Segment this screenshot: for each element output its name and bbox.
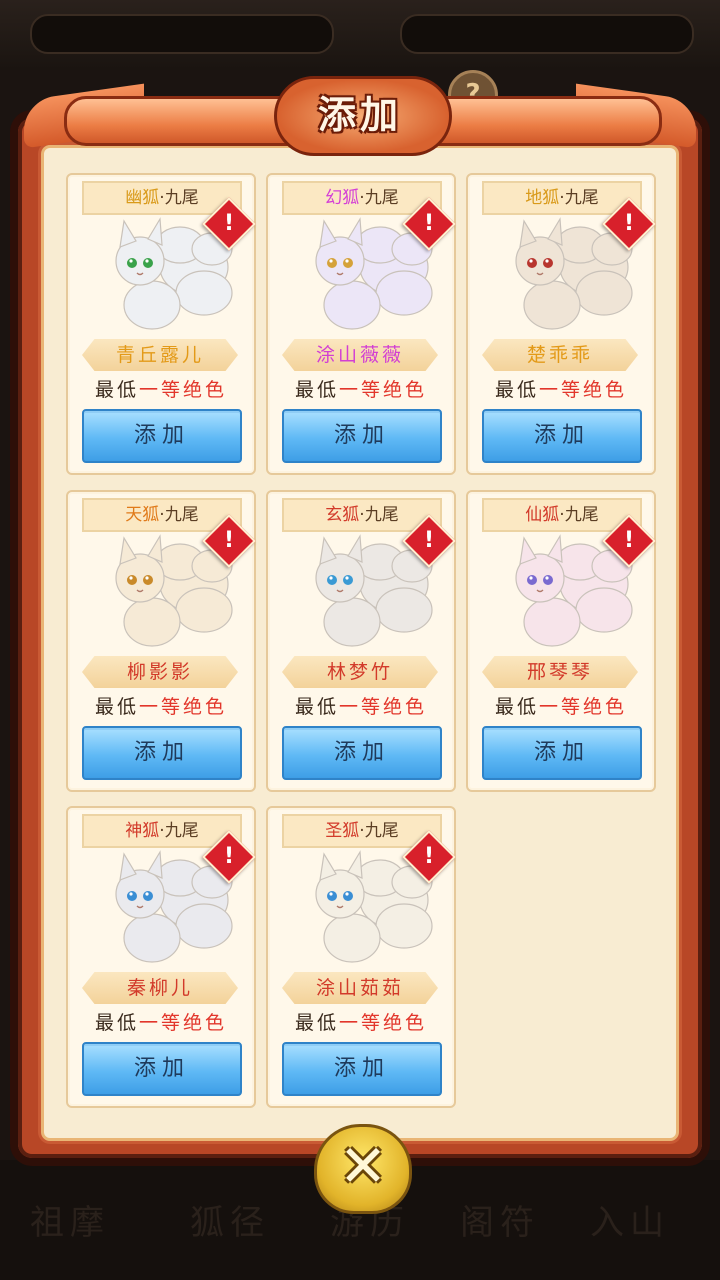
add-button[interactable]: 添加 <box>82 726 242 780</box>
requirement-text: 最低一等绝色 <box>68 1008 254 1035</box>
requirement-rank: 一等绝色 <box>339 379 428 401</box>
requirement-prefix: 最低 <box>294 1012 339 1034</box>
requirement-rank: 一等绝色 <box>139 696 228 718</box>
fox-type-prefix: 天狐 <box>125 505 160 525</box>
fox-type-suffix: ·九尾 <box>559 505 599 525</box>
resource-bar <box>400 14 694 54</box>
requirement-text: 最低一等绝色 <box>268 1008 454 1035</box>
fox-type-prefix: 幻狐 <box>325 188 360 208</box>
fox-card: 幻狐·九尾 ! 涂山薇薇 最低一等绝色 添加 <box>266 173 456 475</box>
requirement-rank: 一等绝色 <box>539 696 628 718</box>
requirement-rank: 一等绝色 <box>339 1012 428 1034</box>
fox-type-suffix: ·九尾 <box>359 505 399 525</box>
fox-card: 地狐·九尾 ! 楚乖乖 最低一等绝色 添加 <box>466 173 656 475</box>
fox-card: 仙狐·九尾 ! 邢琴琴 最低一等绝色 添加 <box>466 490 656 792</box>
requirement-prefix: 最低 <box>294 379 339 401</box>
requirement-text: 最低一等绝色 <box>268 692 454 719</box>
fox-card: 神狐·九尾 ! 秦柳儿 最低一等绝色 添加 <box>66 806 256 1108</box>
requirement-rank: 一等绝色 <box>539 379 628 401</box>
fox-type-prefix: 玄狐 <box>325 505 360 525</box>
fox-card: 玄狐·九尾 ! 林梦竹 最低一等绝色 添加 <box>266 490 456 792</box>
fox-name: 邢琴琴 <box>482 656 638 688</box>
fox-type-suffix: ·九尾 <box>359 188 399 208</box>
requirement-prefix: 最低 <box>494 696 539 718</box>
fox-card: 幽狐·九尾 ! 青丘露儿 最低一等绝色 添加 <box>66 173 256 475</box>
fox-card: 圣狐·九尾 ! 涂山茹茹 最低一等绝色 添加 <box>266 806 456 1108</box>
dialog-header: 添加 <box>24 76 696 156</box>
nav-label: 祖摩 <box>30 1203 110 1243</box>
fox-type-prefix: 幽狐 <box>125 188 160 208</box>
requirement-text: 最低一等绝色 <box>68 375 254 402</box>
nav-label: 阁符 <box>460 1203 540 1243</box>
add-button[interactable]: 添加 <box>82 1042 242 1096</box>
fox-type-prefix: 圣狐 <box>325 821 360 841</box>
requirement-prefix: 最低 <box>94 696 139 718</box>
requirement-text: 最低一等绝色 <box>268 375 454 402</box>
requirement-prefix: 最低 <box>94 379 139 401</box>
add-button[interactable]: 添加 <box>282 1042 442 1096</box>
fox-name: 青丘露儿 <box>82 339 238 371</box>
fox-name: 涂山茹茹 <box>282 972 438 1004</box>
fox-type-suffix: ·九尾 <box>159 821 199 841</box>
top-status-bar <box>0 0 720 70</box>
fox-type-suffix: ·九尾 <box>159 188 199 208</box>
resource-bar <box>30 14 334 54</box>
requirement-text: 最低一等绝色 <box>468 692 654 719</box>
requirement-prefix: 最低 <box>94 1012 139 1034</box>
fox-name: 楚乖乖 <box>482 339 638 371</box>
fox-card: 天狐·九尾 ! 柳影影 最低一等绝色 添加 <box>66 490 256 792</box>
fox-name: 柳影影 <box>82 656 238 688</box>
add-button[interactable]: 添加 <box>482 726 642 780</box>
fox-type-suffix: ·九尾 <box>559 188 599 208</box>
fox-type-prefix: 仙狐 <box>525 505 560 525</box>
add-button[interactable]: 添加 <box>282 409 442 463</box>
requirement-text: 最低一等绝色 <box>468 375 654 402</box>
fox-name: 涂山薇薇 <box>282 339 438 371</box>
fox-name: 秦柳儿 <box>82 972 238 1004</box>
fox-type-prefix: 神狐 <box>125 821 160 841</box>
nav-label: 入山 <box>590 1203 670 1243</box>
close-icon: ✕ <box>338 1132 388 1200</box>
fox-type-prefix: 地狐 <box>525 188 560 208</box>
requirement-text: 最低一等绝色 <box>68 692 254 719</box>
requirement-rank: 一等绝色 <box>139 379 228 401</box>
fox-type-suffix: ·九尾 <box>359 821 399 841</box>
requirement-rank: 一等绝色 <box>339 696 428 718</box>
requirement-prefix: 最低 <box>294 696 339 718</box>
fox-type-suffix: ·九尾 <box>159 505 199 525</box>
nav-label: 狐径 <box>190 1203 270 1243</box>
close-button[interactable]: ✕ <box>314 1124 412 1214</box>
add-button[interactable]: 添加 <box>82 409 242 463</box>
add-button[interactable]: 添加 <box>482 409 642 463</box>
requirement-rank: 一等绝色 <box>139 1012 228 1034</box>
add-button[interactable]: 添加 <box>282 726 442 780</box>
fox-name: 林梦竹 <box>282 656 438 688</box>
dialog-title: 添加 <box>317 92 402 137</box>
requirement-prefix: 最低 <box>494 379 539 401</box>
